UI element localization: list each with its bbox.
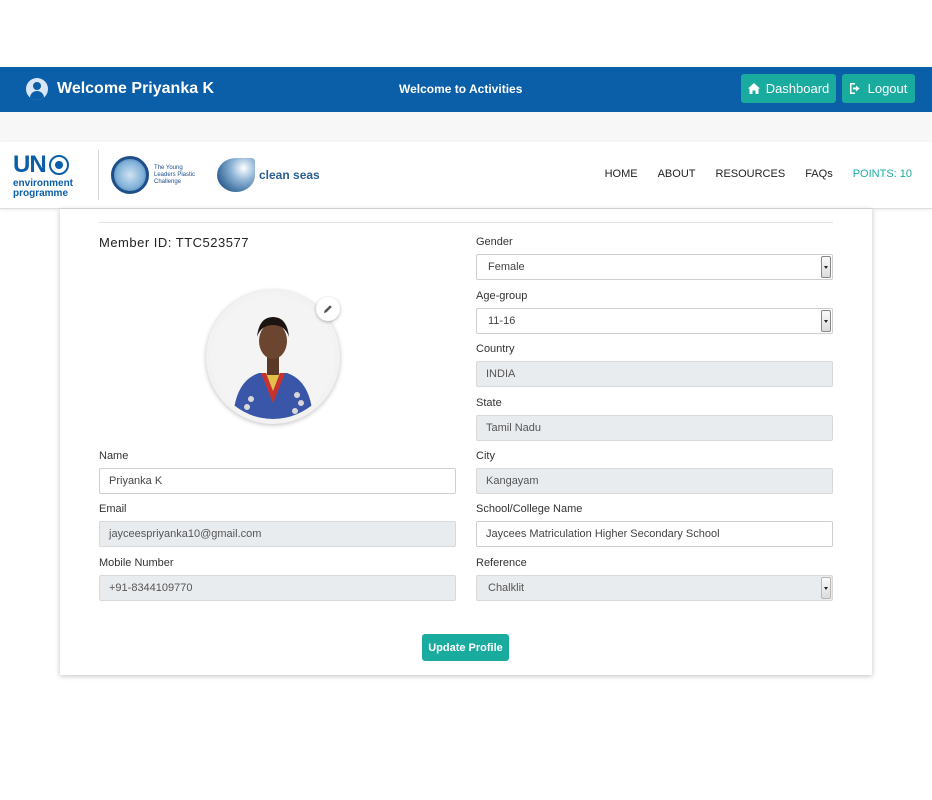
- user-greeting: Welcome Priyanka K: [26, 78, 214, 100]
- country-field[interactable]: INDIA: [476, 361, 833, 387]
- gender-label: Gender: [476, 236, 513, 248]
- email-field[interactable]: jayceespriyanka10@gmail.com: [99, 521, 456, 547]
- pencil-icon: [324, 305, 332, 313]
- clean-seas-logo: clean seas: [217, 158, 320, 192]
- city-label: City: [476, 450, 495, 462]
- header-spacer: [0, 112, 932, 142]
- gender-select[interactable]: Female: [476, 254, 833, 280]
- mobile-field[interactable]: +91-8344109770: [99, 575, 456, 601]
- reference-value: Chalklit: [488, 582, 525, 594]
- dashboard-label: Dashboard: [765, 81, 830, 96]
- home-icon: [747, 83, 760, 94]
- state-label: State: [476, 397, 502, 409]
- school-label: School/College Name: [476, 503, 583, 515]
- state-field[interactable]: Tamil Nadu: [476, 415, 833, 441]
- age-group-value: 11-16: [488, 315, 516, 327]
- school-field[interactable]: Jaycees Matriculation Higher Secondary S…: [476, 521, 833, 547]
- wave-icon: [217, 158, 255, 192]
- tide-turners-logo: The Young Leaders Plastic Challenge: [111, 156, 202, 194]
- chevron-down-icon: [821, 310, 831, 332]
- clean-seas-text: clean seas: [259, 168, 320, 182]
- nav-links: HOME ABOUT RESOURCES FAQs POINTS: 10: [605, 168, 912, 180]
- logout-label: Logout: [867, 81, 908, 96]
- update-profile-button[interactable]: Update Profile: [422, 634, 509, 661]
- tide-seal-icon: [111, 156, 149, 194]
- sign-out-icon: [849, 83, 860, 94]
- welcome-text: Welcome Priyanka K: [57, 80, 215, 97]
- chevron-down-icon: [821, 577, 831, 599]
- dashboard-button[interactable]: Dashboard: [741, 74, 836, 103]
- unep-logo[interactable]: UN environment programme: [13, 151, 83, 199]
- card-divider: [99, 222, 833, 223]
- gender-value: Female: [488, 261, 525, 273]
- nav-about[interactable]: ABOUT: [658, 168, 696, 180]
- un-logo-subtitle: environment programme: [13, 178, 74, 199]
- main-nav: UN environment programme The Young Leade…: [0, 142, 932, 209]
- nav-home[interactable]: HOME: [605, 168, 638, 180]
- nav-resources[interactable]: RESOURCES: [716, 168, 786, 180]
- user-icon: [26, 78, 48, 100]
- nav-points[interactable]: POINTS: 10: [853, 168, 912, 180]
- nav-faqs[interactable]: FAQs: [805, 168, 833, 180]
- reference-label: Reference: [476, 557, 527, 569]
- chevron-down-icon: [821, 256, 831, 278]
- city-field[interactable]: Kangayam: [476, 468, 833, 494]
- age-group-label: Age-group: [476, 290, 528, 302]
- reference-select[interactable]: Chalklit: [476, 575, 833, 601]
- name-label: Name: [99, 450, 129, 462]
- profile-card: Member ID: TTC523577 Name Priyanka K Ema…: [60, 209, 872, 675]
- tide-text: The Young Leaders Plastic Challenge: [154, 164, 196, 185]
- logout-button[interactable]: Logout: [842, 74, 915, 103]
- email-label: Email: [99, 503, 127, 515]
- edit-photo-button[interactable]: [316, 297, 340, 321]
- activities-title: Welcome to Activities: [399, 82, 523, 96]
- logo-divider: [98, 150, 99, 200]
- mobile-label: Mobile Number: [99, 557, 174, 569]
- member-id: Member ID: TTC523577: [99, 235, 249, 250]
- country-label: Country: [476, 343, 515, 355]
- globe-icon: [48, 155, 69, 175]
- name-field[interactable]: Priyanka K: [99, 468, 456, 494]
- un-logo-text: UN: [13, 151, 47, 178]
- age-group-select[interactable]: 11-16: [476, 308, 833, 334]
